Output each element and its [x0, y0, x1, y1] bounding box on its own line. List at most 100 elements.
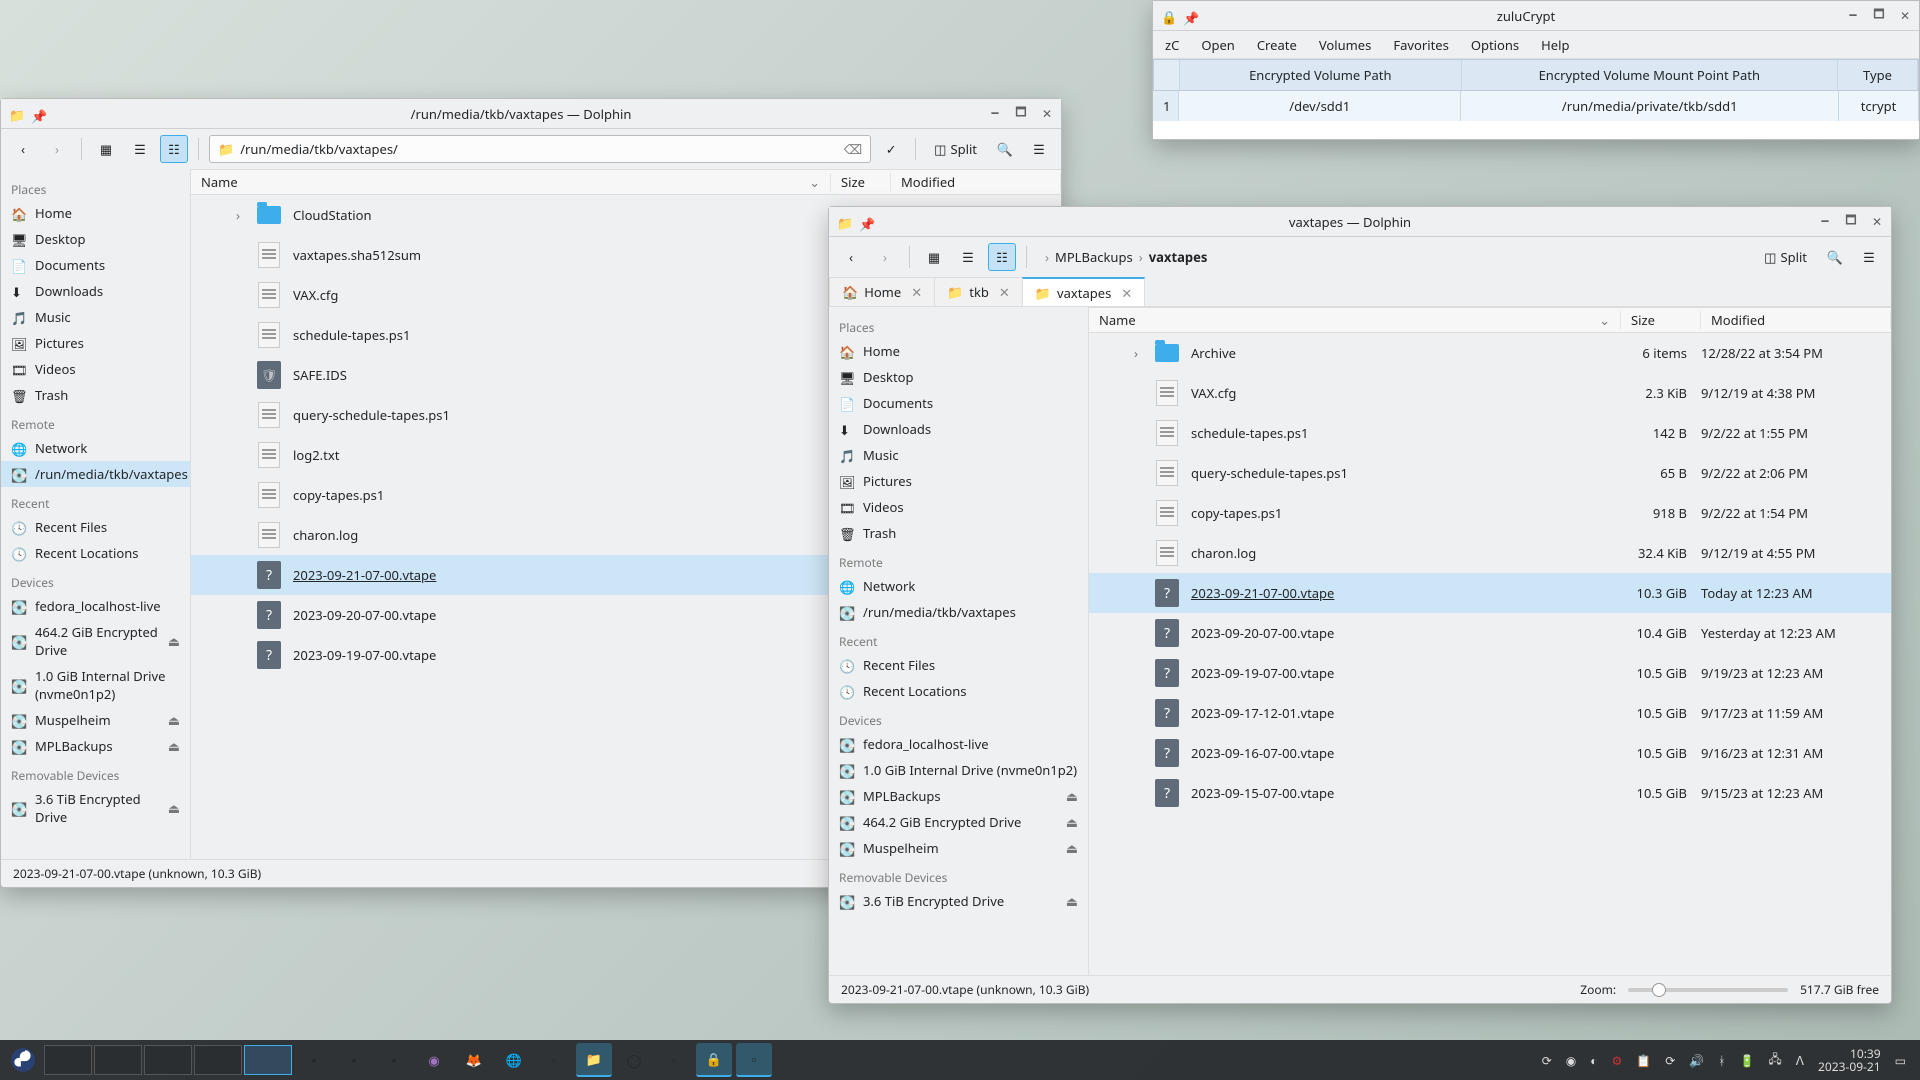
pin-icon[interactable]: 📌 — [1183, 9, 1197, 23]
col-size[interactable]: Size — [1621, 311, 1701, 329]
sidebar-item[interactable]: 💽3.6 TiB Encrypted Drive⏏ — [829, 888, 1088, 914]
file-row[interactable]: ?2023-09-17-12-01.vtape10.5 GiB9/17/23 a… — [1089, 693, 1891, 733]
titlebar[interactable]: 📁 📌 /run/media/tkb/vaxtapes — Dolphin 🗕 … — [1, 99, 1061, 129]
menu-create[interactable]: Create — [1257, 36, 1297, 54]
sidebar-item[interactable]: 🖥Desktop — [1, 226, 190, 252]
sidebar-item[interactable]: 🎵Music — [829, 442, 1088, 468]
titlebar[interactable]: 🔒 📌 zuluCrypt 🗕 🗖 ✕ — [1153, 1, 1919, 31]
icons-view-button[interactable]: ▦ — [920, 243, 948, 271]
table-row[interactable]: 1 /dev/sdd1 /run/media/private/tkb/sdd1 … — [1153, 91, 1919, 121]
menu-options[interactable]: Options — [1471, 36, 1519, 54]
split-button[interactable]: ◫ Split — [926, 135, 985, 163]
sidebar-item[interactable]: 🕓Recent Locations — [829, 678, 1088, 704]
eject-icon[interactable]: ⏏ — [168, 799, 180, 817]
sidebar-item[interactable]: 💽fedora_localhost-live — [1, 593, 190, 619]
task-konsole2[interactable]: ▪ — [376, 1043, 412, 1077]
crumb-mplbackups[interactable]: MPLBackups — [1055, 248, 1133, 266]
sidebar-item[interactable]: ⬇Downloads — [829, 416, 1088, 442]
search-button[interactable]: 🔍 — [1821, 243, 1849, 271]
file-row[interactable]: ›Archive6 items12/28/22 at 3:54 PM — [1089, 333, 1891, 373]
file-row[interactable]: ?2023-09-21-07-00.vtape10.3 GiBToday at … — [1089, 573, 1891, 613]
compact-view-button[interactable]: ☰ — [126, 135, 154, 163]
expand-icon[interactable]: › — [1129, 344, 1143, 362]
sidebar-item[interactable]: 💽464.2 GiB Encrypted Drive⏏ — [829, 809, 1088, 835]
col-mount[interactable]: Encrypted Volume Mount Point Path — [1462, 60, 1838, 90]
back-button[interactable]: ‹ — [9, 135, 37, 163]
menu-volumes[interactable]: Volumes — [1319, 36, 1372, 54]
eject-icon[interactable]: ⏏ — [168, 711, 180, 729]
task-emacs[interactable]: ◉ — [416, 1043, 452, 1077]
eject-icon[interactable]: ⏏ — [1066, 787, 1078, 805]
expand-icon[interactable]: › — [231, 206, 245, 224]
file-row[interactable]: ?2023-09-15-07-00.vtape10.5 GiB9/15/23 a… — [1089, 773, 1891, 813]
menu-open[interactable]: Open — [1201, 36, 1235, 54]
sidebar-item[interactable]: 🌐Network — [829, 573, 1088, 599]
titlebar[interactable]: 📁 📌 vaxtapes — Dolphin 🗕 🗖 ✕ — [829, 207, 1891, 237]
sidebar-item[interactable]: 🌐Network — [1, 435, 190, 461]
sidebar-item[interactable]: 📄Documents — [829, 390, 1088, 416]
eject-icon[interactable]: ⏏ — [168, 737, 180, 755]
col-path[interactable]: Encrypted Volume Path — [1180, 60, 1462, 90]
tray-icon[interactable]: ⚙ — [1612, 1052, 1623, 1069]
file-row[interactable]: schedule-tapes.ps1142 B9/2/22 at 1:55 PM — [1089, 413, 1891, 453]
eject-icon[interactable]: ⏏ — [1066, 813, 1078, 831]
task-screenshot[interactable]: ▫ — [736, 1043, 772, 1077]
sidebar-item[interactable]: 💽fedora_localhost-live — [829, 731, 1088, 757]
breadcrumb[interactable]: › MPLBackups › vaxtapes — [1037, 248, 1750, 266]
path-input[interactable]: 📁 /run/media/tkb/vaxtapes/ ⌫ — [209, 135, 871, 163]
sidebar-item[interactable]: 💽/run/media/tkb/vaxtapes — [1, 461, 190, 487]
tray-expand-icon[interactable]: ᐱ — [1796, 1052, 1804, 1069]
minimize-button[interactable]: 🗕 — [1819, 216, 1831, 228]
file-row[interactable]: charon.log32.4 KiB9/12/19 at 4:55 PM — [1089, 533, 1891, 573]
task-konsole[interactable]: ▪ — [296, 1043, 332, 1077]
accept-button[interactable]: ✓ — [877, 135, 905, 163]
compact-view-button[interactable]: ☰ — [954, 243, 982, 271]
forward-button[interactable]: › — [871, 243, 899, 271]
show-desktop-icon[interactable]: ▭ — [1895, 1052, 1906, 1069]
maximize-button[interactable]: 🗖 — [1015, 108, 1027, 120]
col-name[interactable]: Name⌄ — [1089, 311, 1621, 329]
sidebar-item[interactable]: 🕓Recent Locations — [1, 540, 190, 566]
zoom-slider[interactable] — [1628, 988, 1788, 992]
start-button[interactable] — [6, 1043, 40, 1077]
sidebar-item[interactable]: 🖼Pictures — [829, 468, 1088, 494]
clipboard-icon[interactable]: 📋 — [1636, 1052, 1651, 1069]
sidebar-item[interactable]: 🗑Trash — [1, 382, 190, 408]
sidebar-item[interactable]: 📄Documents — [1, 252, 190, 278]
menu-favorites[interactable]: Favorites — [1393, 36, 1448, 54]
bluetooth-icon[interactable]: ᚼ — [1718, 1052, 1725, 1069]
eject-icon[interactable]: ⏏ — [1066, 839, 1078, 857]
tray-icon[interactable]: ◐ — [1590, 1052, 1597, 1069]
close-icon[interactable]: ✕ — [999, 283, 1010, 301]
task-app3[interactable]: ▫ — [656, 1043, 692, 1077]
col-size[interactable]: Size — [831, 173, 891, 191]
sidebar-item[interactable]: 💽1.0 GiB Internal Drive (nvme0n1p2) — [829, 757, 1088, 783]
desktop-3[interactable] — [144, 1045, 192, 1075]
tray-icon[interactable]: ⟳ — [1542, 1052, 1552, 1069]
forward-button[interactable]: › — [43, 135, 71, 163]
pin-icon[interactable]: 📌 — [859, 215, 873, 229]
col-modified[interactable]: Modified — [1701, 311, 1891, 329]
volume-icon[interactable]: 🔊 — [1689, 1052, 1704, 1069]
close-button[interactable]: ✕ — [1899, 10, 1911, 22]
hamburger-button[interactable]: ☰ — [1855, 243, 1883, 271]
file-row[interactable]: VAX.cfg2.3 KiB9/12/19 at 4:38 PM — [1089, 373, 1891, 413]
sidebar-item[interactable]: 🗑Trash — [829, 520, 1088, 546]
tab-vaxtapes[interactable]: 📁vaxtapes✕ — [1022, 277, 1145, 306]
updates-icon[interactable]: ⟳ — [1665, 1052, 1675, 1069]
split-button[interactable]: ◫ Split — [1756, 243, 1815, 271]
task-dolphin[interactable]: 📁 — [576, 1043, 612, 1077]
desktop-5[interactable] — [244, 1045, 292, 1075]
task-chrome[interactable]: 🌐 — [496, 1043, 532, 1077]
tab-tkb[interactable]: 📁tkb✕ — [934, 277, 1023, 306]
pin-icon[interactable]: 📌 — [31, 107, 45, 121]
file-row[interactable]: ?2023-09-19-07-00.vtape10.5 GiB9/19/23 a… — [1089, 653, 1891, 693]
discord-icon[interactable]: ◉ — [1566, 1052, 1576, 1069]
eject-icon[interactable]: ⏏ — [168, 632, 180, 650]
sidebar-item[interactable]: 🏠Home — [1, 200, 190, 226]
search-button[interactable]: 🔍 — [991, 135, 1019, 163]
sidebar-item[interactable]: 🕓Recent Files — [1, 514, 190, 540]
sidebar-item[interactable]: 🏠Home — [829, 338, 1088, 364]
battery-icon[interactable]: 🔋 — [1739, 1052, 1754, 1069]
file-row[interactable]: ?2023-09-16-07-00.vtape10.5 GiB9/16/23 a… — [1089, 733, 1891, 773]
